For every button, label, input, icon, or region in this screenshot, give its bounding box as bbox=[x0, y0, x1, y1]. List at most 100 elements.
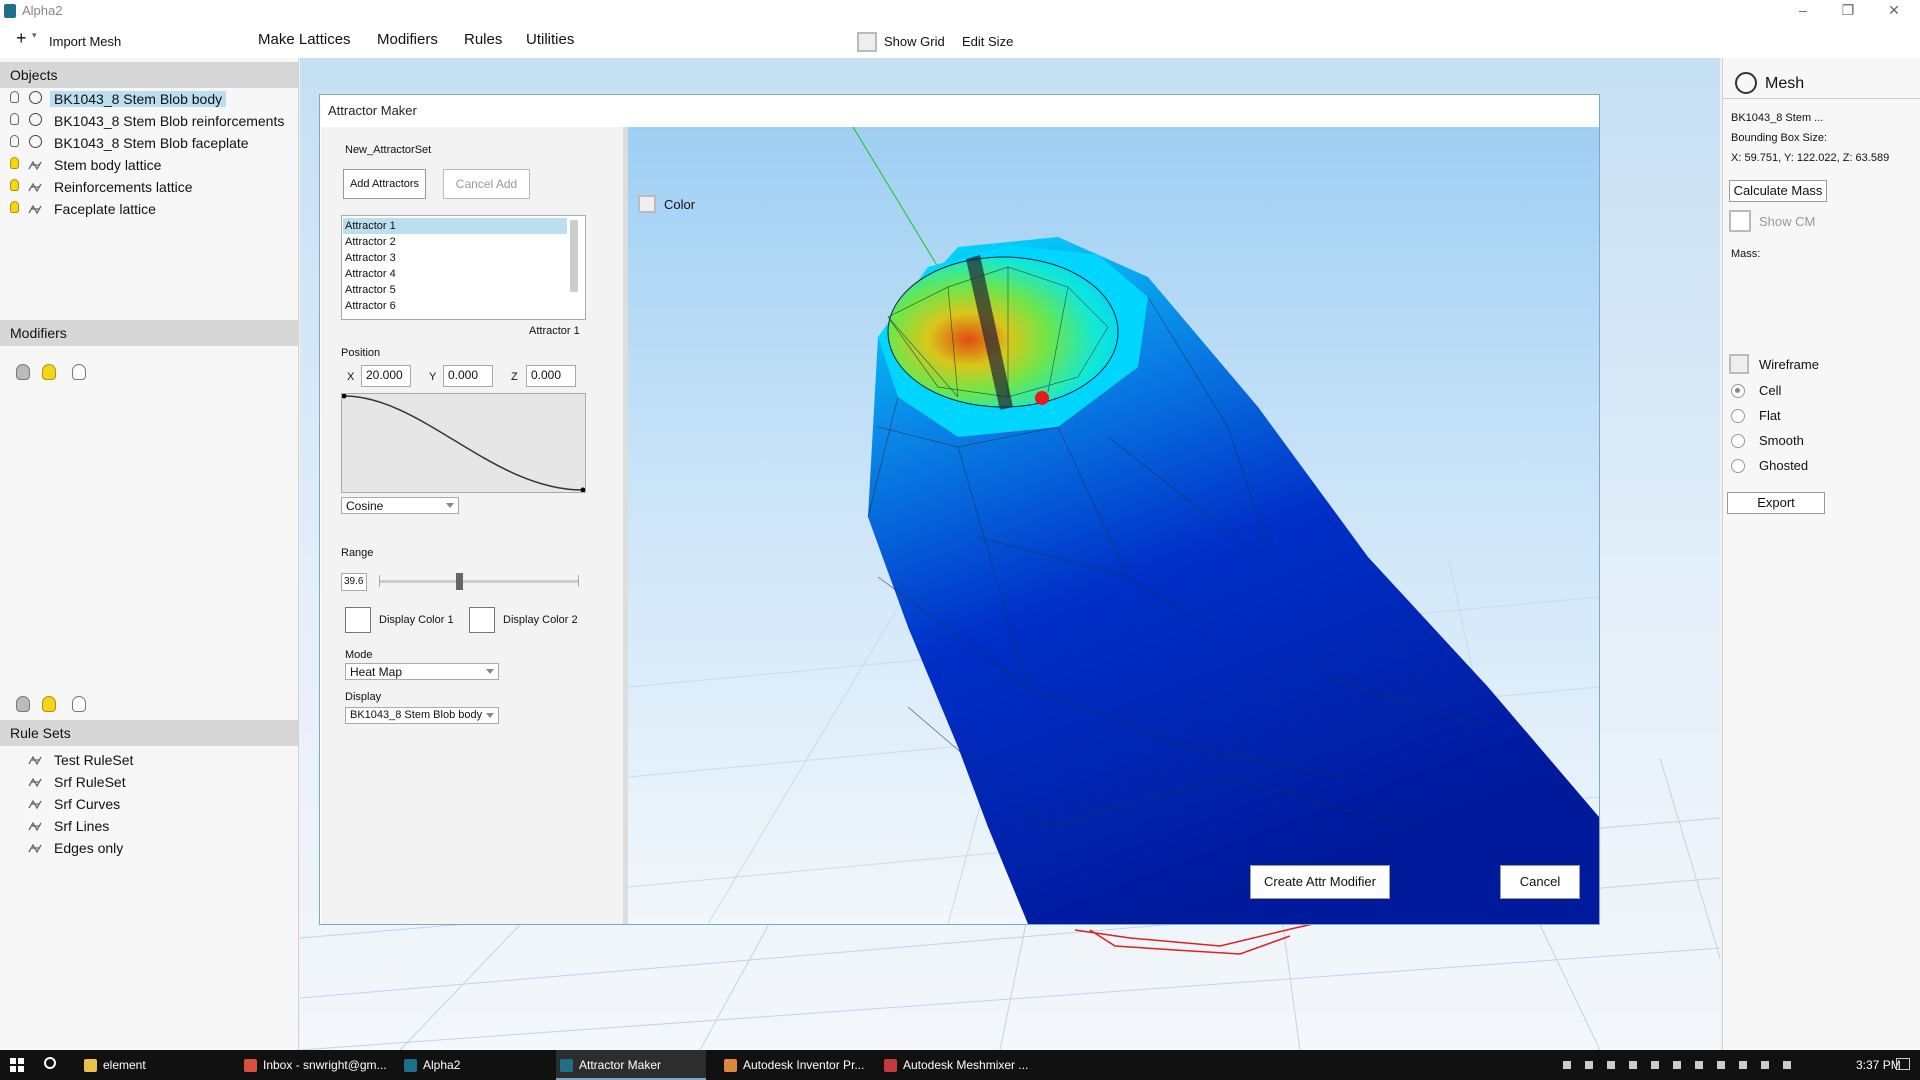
display-color-1-label: Display Color 1 bbox=[379, 614, 454, 626]
object-row[interactable]: Reinforcements lattice bbox=[0, 176, 298, 198]
object-row[interactable]: BK1043_8 Stem Blob reinforcements bbox=[0, 110, 298, 132]
attractor-list[interactable]: Attractor 1 Attractor 2 Attractor 3 Attract… bbox=[341, 215, 586, 320]
object-row[interactable]: BK1043_8 Stem Blob body bbox=[0, 88, 298, 110]
plus-icon[interactable]: + bbox=[16, 28, 27, 49]
search-icon[interactable] bbox=[44, 1057, 56, 1069]
list-scrollbar[interactable] bbox=[570, 220, 578, 292]
object-label: BK1043_8 Stem Blob faceplate bbox=[54, 135, 249, 151]
light-on-icon[interactable] bbox=[42, 696, 56, 712]
lightbulb-icon[interactable] bbox=[10, 201, 19, 213]
display-label: Display bbox=[345, 691, 382, 703]
add-attractors-button[interactable]: Add Attractors bbox=[343, 169, 426, 199]
object-label: BK1043_8 Stem Blob reinforcements bbox=[54, 113, 285, 129]
close-icon[interactable]: ✕ bbox=[1884, 2, 1904, 19]
display-color-2-swatch[interactable] bbox=[469, 607, 495, 633]
taskbar-item[interactable]: Alpha2 bbox=[400, 1050, 550, 1080]
range-slider[interactable] bbox=[379, 573, 579, 591]
system-tray bbox=[1563, 1059, 1863, 1071]
attractor-set-name: New_AttractorSet bbox=[345, 144, 432, 156]
create-attr-modifier-button[interactable]: Create Attr Modifier bbox=[1250, 865, 1390, 899]
show-cm-checkbox[interactable] bbox=[1729, 210, 1751, 232]
light-off-icon[interactable] bbox=[16, 364, 30, 380]
z-label: Z bbox=[511, 371, 518, 383]
cancel-button[interactable]: Cancel bbox=[1500, 865, 1580, 899]
attractor-list-item[interactable]: Attractor 2 bbox=[343, 234, 567, 250]
ruleset-icon bbox=[28, 775, 44, 788]
attractor-list-item[interactable]: Attractor 4 bbox=[343, 266, 567, 282]
light-on-icon[interactable] bbox=[42, 364, 56, 380]
attractor-list-item[interactable]: Attractor 6 bbox=[343, 298, 567, 314]
chevron-down-icon[interactable]: ▾ bbox=[32, 30, 37, 41]
wireframe-checkbox[interactable] bbox=[1729, 354, 1749, 374]
taskbar-item[interactable]: Attractor Maker bbox=[556, 1050, 706, 1080]
ruleset-row[interactable]: Srf Lines bbox=[0, 815, 298, 837]
light-off-icon[interactable] bbox=[16, 696, 30, 712]
slider-thumb[interactable] bbox=[456, 573, 463, 590]
ruleset-row[interactable]: Edges only bbox=[0, 837, 298, 859]
object-row[interactable]: Stem body lattice bbox=[0, 154, 298, 176]
app-icon bbox=[4, 4, 16, 18]
attractor-list-item[interactable]: Attractor 3 bbox=[343, 250, 567, 266]
show-grid-checkbox[interactable] bbox=[857, 32, 877, 52]
object-label: BK1043_8 Stem Blob body bbox=[50, 91, 227, 107]
range-input[interactable]: 39.6 bbox=[341, 573, 367, 591]
taskbar-item[interactable]: element bbox=[80, 1050, 230, 1080]
lightbulb-icon[interactable] bbox=[10, 135, 19, 147]
globe-icon bbox=[29, 113, 42, 126]
menu-utilities[interactable]: Utilities bbox=[526, 31, 574, 48]
dialog-viewport[interactable]: Color Create Attr Modifier Cancel bbox=[628, 127, 1599, 924]
import-mesh-button[interactable]: Import Mesh bbox=[49, 34, 121, 49]
render-mode-cell-radio[interactable] bbox=[1731, 384, 1745, 398]
notifications-icon[interactable] bbox=[1896, 1058, 1910, 1070]
heatmap-mesh bbox=[628, 127, 1599, 924]
taskbar-item[interactable]: Inbox - snwright@gm... bbox=[240, 1050, 390, 1080]
falloff-curve bbox=[341, 393, 586, 493]
display-dropdown[interactable]: BK1043_8 Stem Blob body bbox=[345, 707, 499, 724]
light-toggle-icon[interactable] bbox=[72, 696, 86, 712]
lightbulb-icon[interactable] bbox=[10, 179, 19, 191]
ruleset-row[interactable]: Test RuleSet bbox=[0, 749, 298, 771]
lightbulb-icon[interactable] bbox=[10, 113, 19, 125]
chevron-down-icon bbox=[486, 713, 494, 718]
minimize-icon[interactable]: – bbox=[1793, 2, 1813, 18]
windows-start-icon[interactable] bbox=[10, 1058, 24, 1072]
attractor-list-item[interactable]: Attractor 5 bbox=[343, 282, 567, 298]
falloff-dropdown[interactable]: Cosine bbox=[341, 497, 459, 514]
y-input[interactable]: 0.000 bbox=[443, 365, 493, 387]
object-row[interactable]: Faceplate lattice bbox=[0, 198, 298, 220]
menu-rules[interactable]: Rules bbox=[464, 31, 502, 48]
render-mode-ghosted-radio[interactable] bbox=[1731, 459, 1745, 473]
taskbar-item[interactable]: Autodesk Meshmixer ... bbox=[880, 1050, 1030, 1080]
ruleset-row[interactable]: Srf Curves bbox=[0, 793, 298, 815]
mode-dropdown[interactable]: Heat Map bbox=[345, 663, 499, 680]
z-input[interactable]: 0.000 bbox=[526, 365, 576, 387]
export-button[interactable]: Export bbox=[1727, 492, 1825, 514]
menu-modifiers[interactable]: Modifiers bbox=[377, 31, 438, 48]
slider-tick-start bbox=[379, 575, 380, 587]
window-title: Alpha2 bbox=[22, 3, 63, 18]
bbox-label: Bounding Box Size: bbox=[1731, 132, 1828, 144]
color-checkbox[interactable] bbox=[638, 195, 656, 213]
ruleset-label: Srf Lines bbox=[54, 818, 110, 834]
light-toggle-icon[interactable] bbox=[72, 364, 86, 380]
menu-make-lattices[interactable]: Make Lattices bbox=[258, 31, 351, 48]
edit-size-button[interactable]: Edit Size bbox=[962, 34, 1013, 49]
x-input[interactable]: 20.000 bbox=[361, 365, 411, 387]
mode-label: Mode bbox=[345, 649, 373, 661]
lightbulb-icon[interactable] bbox=[10, 91, 19, 103]
lightbulb-icon[interactable] bbox=[10, 157, 19, 169]
app-icon bbox=[724, 1059, 737, 1073]
restore-icon[interactable]: ❐ bbox=[1838, 2, 1858, 19]
cancel-add-button[interactable]: Cancel Add bbox=[443, 169, 530, 199]
ruleset-row[interactable]: Srf RuleSet bbox=[0, 771, 298, 793]
render-mode-flat-radio[interactable] bbox=[1731, 409, 1745, 423]
render-mode-smooth-radio[interactable] bbox=[1731, 434, 1745, 448]
attractor-list-item[interactable]: Attractor 1 bbox=[343, 218, 567, 234]
calculate-mass-button[interactable]: Calculate Mass bbox=[1729, 180, 1827, 202]
taskbar-item[interactable]: Autodesk Inventor Pr... bbox=[720, 1050, 870, 1080]
object-row[interactable]: BK1043_8 Stem Blob faceplate bbox=[0, 132, 298, 154]
falloff-curve-editor[interactable] bbox=[341, 393, 586, 493]
show-cm-label: Show CM bbox=[1759, 214, 1816, 229]
display-color-1-swatch[interactable] bbox=[345, 607, 371, 633]
mass-label: Mass: bbox=[1731, 248, 1761, 260]
